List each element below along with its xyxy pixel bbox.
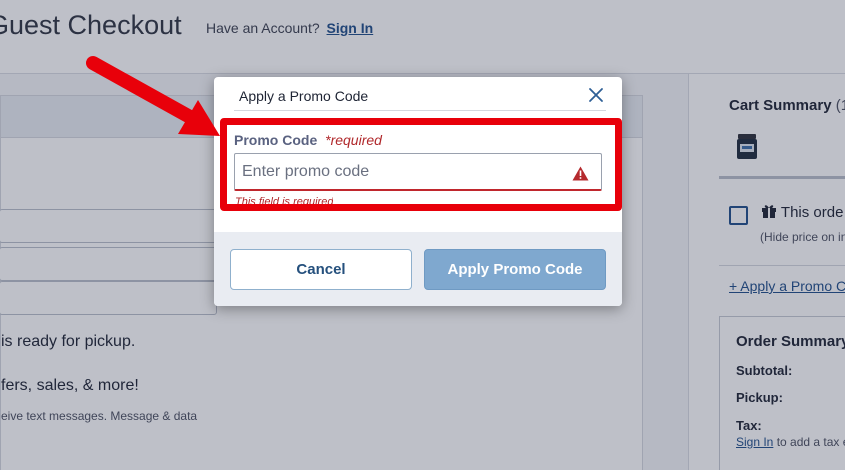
apply-promo-code-button[interactable]: Apply Promo Code [424, 249, 606, 290]
promo-code-modal: Apply a Promo Code Promo Code *required … [214, 77, 622, 306]
promo-code-input[interactable] [234, 153, 602, 191]
cancel-button[interactable]: Cancel [230, 249, 412, 290]
modal-title: Apply a Promo Code [239, 88, 369, 104]
promo-code-label: Promo Code *required [234, 132, 382, 148]
modal-footer: Cancel Apply Promo Code [214, 232, 622, 306]
field-error-message: This field is required [235, 196, 334, 205]
warning-triangle-icon [572, 166, 589, 181]
modal-header-divider [234, 110, 606, 111]
modal-header: Apply a Promo Code [214, 77, 622, 113]
promo-code-label-text: Promo Code [234, 132, 318, 148]
close-icon[interactable] [586, 85, 606, 105]
required-indicator: *required [325, 132, 382, 148]
